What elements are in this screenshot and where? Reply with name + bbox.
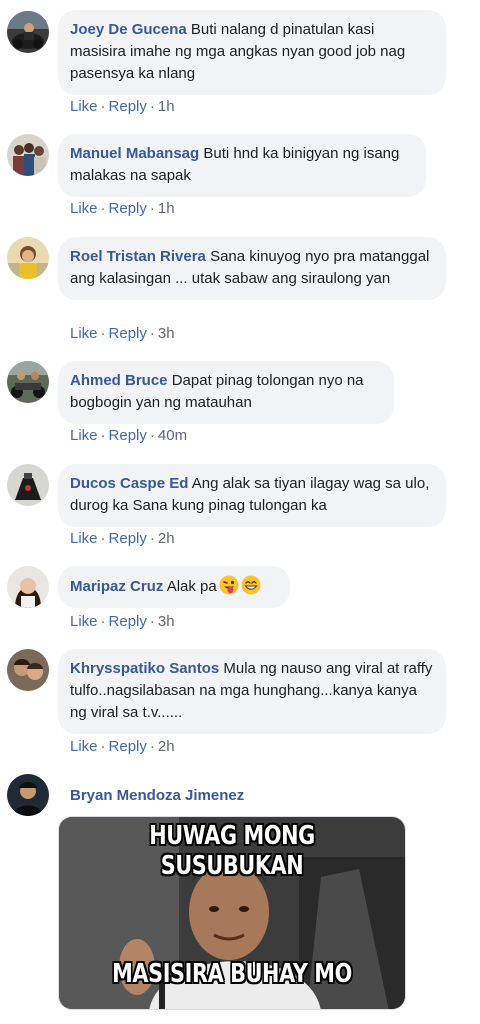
comment-timestamp[interactable]: 2h bbox=[158, 738, 175, 755]
avatar[interactable] bbox=[7, 134, 49, 176]
avatar[interactable] bbox=[7, 774, 49, 816]
comment-bubble: Khrysspatiko Santos Mula ng nauso ang vi… bbox=[58, 649, 446, 734]
comment-timestamp[interactable]: 40m bbox=[158, 427, 187, 444]
comment-author[interactable]: Roel Tristan Rivera bbox=[70, 248, 206, 265]
comment-timestamp[interactable]: 1h bbox=[158, 200, 175, 217]
separator-dot: · bbox=[100, 613, 106, 630]
separator-dot: · bbox=[100, 200, 106, 217]
comment-bubble: Maripaz Cruz Alak pa bbox=[58, 566, 290, 608]
separator-dot: · bbox=[149, 738, 155, 755]
comment-bubble: Ducos Caspe Ed Ang alak sa tiyan ilagay … bbox=[58, 464, 446, 527]
comment-actions: Like · Reply · 2h bbox=[70, 737, 175, 757]
comment-actions: Like · Reply · 40m bbox=[70, 426, 187, 446]
separator-dot: · bbox=[149, 613, 155, 630]
avatar[interactable] bbox=[7, 361, 49, 403]
like-link[interactable]: Like bbox=[70, 427, 98, 444]
like-link[interactable]: Like bbox=[70, 200, 98, 217]
reply-link[interactable]: Reply bbox=[109, 325, 147, 342]
avatar[interactable] bbox=[7, 11, 49, 53]
avatar[interactable] bbox=[7, 237, 49, 279]
comment-bubble: Manuel Mabansag Buti hnd ka binigyan ng … bbox=[58, 134, 426, 197]
separator-dot: · bbox=[149, 530, 155, 547]
comment-timestamp[interactable]: 3h bbox=[158, 325, 175, 342]
comment-timestamp[interactable]: 2h bbox=[158, 530, 175, 547]
like-link[interactable]: Like bbox=[70, 325, 98, 342]
comment-item: Bryan Mendoza Jimenez HUWAG MONG SUSUBUK… bbox=[0, 0, 480, 1010]
meme-bottom-text: MASISIRA BUHAY MO bbox=[112, 959, 352, 989]
grinning-emoji-icon bbox=[241, 575, 261, 595]
avatar[interactable] bbox=[7, 464, 49, 506]
reply-link[interactable]: Reply bbox=[109, 98, 147, 115]
like-link[interactable]: Like bbox=[70, 738, 98, 755]
separator-dot: · bbox=[100, 427, 106, 444]
comment-author[interactable]: Bryan Mendoza Jimenez bbox=[70, 787, 244, 804]
reply-link[interactable]: Reply bbox=[109, 738, 147, 755]
meme-top-text: HUWAG MONG SUSUBUKAN bbox=[149, 821, 315, 881]
comment-timestamp[interactable]: 1h bbox=[158, 98, 175, 115]
avatar[interactable] bbox=[7, 649, 49, 691]
separator-dot: · bbox=[149, 325, 155, 342]
separator-dot: · bbox=[100, 738, 106, 755]
comment-actions: Like · Reply · 3h bbox=[70, 324, 175, 344]
separator-dot: · bbox=[149, 200, 155, 217]
reply-link[interactable]: Reply bbox=[109, 427, 147, 444]
comment-timestamp[interactable]: 3h bbox=[158, 613, 175, 630]
separator-dot: · bbox=[100, 530, 106, 547]
reply-link[interactable]: Reply bbox=[109, 200, 147, 217]
comment-author[interactable]: Maripaz Cruz bbox=[70, 578, 163, 595]
comment-item: Joey De Gucena Buti nalang d pinatulan k… bbox=[0, 0, 480, 120]
comment-text: Alak pa bbox=[166, 578, 217, 595]
comment-actions: Like · Reply · 2h bbox=[70, 529, 175, 549]
comment-bubble: Ahmed Bruce Dapat pinag tolongan nyo na … bbox=[58, 361, 394, 424]
comment-author[interactable]: Khrysspatiko Santos bbox=[70, 660, 219, 677]
comment-actions: Like · Reply · 1h bbox=[70, 97, 175, 117]
separator-dot: · bbox=[149, 98, 155, 115]
comment-actions: Like · Reply · 1h bbox=[70, 199, 175, 219]
comment-bubble: Roel Tristan Rivera Sana kinuyog nyo pra… bbox=[58, 237, 446, 300]
like-link[interactable]: Like bbox=[70, 98, 98, 115]
comment-author[interactable]: Manuel Mabansag bbox=[70, 145, 199, 162]
comment-author[interactable]: Ducos Caspe Ed bbox=[70, 475, 188, 492]
separator-dot: · bbox=[100, 325, 106, 342]
winking-tongue-emoji-icon bbox=[219, 575, 239, 595]
meme-image[interactable]: HUWAG MONG SUSUBUKAN MASISIRA BUHAY MO bbox=[58, 816, 406, 1010]
comment-author[interactable]: Ahmed Bruce bbox=[70, 372, 168, 389]
separator-dot: · bbox=[100, 98, 106, 115]
reply-link[interactable]: Reply bbox=[109, 613, 147, 630]
separator-dot: · bbox=[149, 427, 155, 444]
comment-author[interactable]: Joey De Gucena bbox=[70, 21, 187, 38]
avatar[interactable] bbox=[7, 566, 49, 608]
comment-bubble: Joey De Gucena Buti nalang d pinatulan k… bbox=[58, 10, 446, 95]
comment-actions: Like · Reply · 3h bbox=[70, 612, 175, 632]
reply-link[interactable]: Reply bbox=[109, 530, 147, 547]
like-link[interactable]: Like bbox=[70, 530, 98, 547]
like-link[interactable]: Like bbox=[70, 613, 98, 630]
